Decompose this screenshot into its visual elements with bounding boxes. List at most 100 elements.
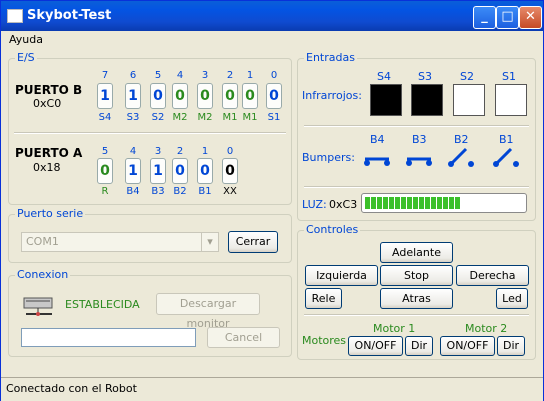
luz-value: 0xC3 xyxy=(329,198,358,211)
es-legend: E/S xyxy=(15,51,37,64)
switch-open-icon xyxy=(448,147,474,167)
progress-field xyxy=(21,328,196,347)
status-text: Conectado con el Robot xyxy=(6,382,137,395)
bit-number: 3 xyxy=(201,70,209,81)
bit-value: 0 xyxy=(97,158,113,184)
luz-segment xyxy=(383,197,388,209)
switch-closed-icon xyxy=(406,157,432,166)
derecha-button[interactable]: Derecha xyxy=(456,265,529,286)
port-select[interactable]: COM1 ▾ xyxy=(21,232,219,252)
adelante-button[interactable]: Adelante xyxy=(380,242,453,263)
bit-name: B1 xyxy=(198,186,212,197)
motor-1-label: Motor 1 xyxy=(373,322,416,335)
entradas-divider-1 xyxy=(304,125,529,127)
bit-name: S3 xyxy=(126,112,140,123)
luz-segment xyxy=(449,197,454,209)
controles-legend: Controles xyxy=(304,223,361,236)
bit-number: 6 xyxy=(129,70,137,81)
descargar-monitor-button[interactable]: Descargar monitor xyxy=(156,293,260,330)
bit-value: 1 xyxy=(125,158,141,184)
izquierda-button[interactable]: Izquierda xyxy=(305,265,378,286)
bit-number: 5 xyxy=(154,70,162,81)
controles-divider xyxy=(304,314,529,316)
window-title: Skybot-Test xyxy=(27,8,112,23)
led-button[interactable]: Led xyxy=(496,288,528,309)
bit-name: XX xyxy=(223,186,237,197)
close-button[interactable]: ✕ xyxy=(519,6,542,29)
ir-sensor-indicator xyxy=(453,84,485,116)
stop-button[interactable]: Stop xyxy=(380,265,453,286)
bit-number: 1 xyxy=(201,146,209,157)
bit-name: S1 xyxy=(267,112,281,123)
luz-segment xyxy=(425,197,430,209)
bit-value: 0 xyxy=(266,83,282,109)
controles-group: Controles Adelante Izquierda Stop Derech… xyxy=(297,223,536,360)
bit-number: 0 xyxy=(226,146,234,157)
puerto-b-label: PUERTO B xyxy=(15,83,83,97)
bit-name: B4 xyxy=(126,186,140,197)
menu-bar: Ayuda xyxy=(1,31,543,49)
bit-value: 0 xyxy=(222,83,238,109)
bit-name: S4 xyxy=(98,112,112,123)
bit-value: 0 xyxy=(197,83,213,109)
luz-segment xyxy=(419,197,424,209)
app-window: Skybot-Test _ □ ✕ Ayuda E/S PUERTO B 0xC… xyxy=(0,0,544,401)
luz-segment xyxy=(437,197,442,209)
entradas-legend: Entradas xyxy=(304,51,357,64)
conexion-legend: Conexion xyxy=(15,268,71,281)
bit-value: 1 xyxy=(125,83,141,109)
maximize-icon: □ xyxy=(501,9,514,24)
bit-value: 1 xyxy=(150,158,166,184)
bit-number: 4 xyxy=(129,146,137,157)
menu-ayuda[interactable]: Ayuda xyxy=(9,33,43,46)
bumper-name: B1 xyxy=(499,133,514,146)
port-select-value: COM1 xyxy=(26,235,59,248)
bumper-name: B3 xyxy=(412,133,427,146)
cancel-button[interactable]: Cancel xyxy=(207,327,280,348)
luz-segment xyxy=(407,197,412,209)
motor-1-dir-button[interactable]: Dir xyxy=(405,336,433,356)
bumper-name: B2 xyxy=(454,133,469,146)
bumpers-label: Bumpers: xyxy=(302,151,355,164)
bit-number: 5 xyxy=(101,146,109,157)
bit-number: 0 xyxy=(270,70,278,81)
luz-segment xyxy=(377,197,382,209)
atras-button[interactable]: Atras xyxy=(380,288,453,309)
bit-value: 1 xyxy=(97,83,113,109)
luz-segment xyxy=(401,197,406,209)
close-icon: ✕ xyxy=(525,9,536,24)
maximize-button[interactable]: □ xyxy=(496,6,519,29)
motor-2-label: Motor 2 xyxy=(465,322,508,335)
luz-segment xyxy=(443,197,448,209)
bit-name: R xyxy=(101,186,109,197)
luz-segment xyxy=(395,197,400,209)
ir-sensor-indicator xyxy=(495,84,527,116)
bit-name: B3 xyxy=(151,186,165,197)
bit-value: 0 xyxy=(242,83,258,109)
bit-value: 0 xyxy=(197,158,213,184)
serie-group: Puerto serie COM1 ▾ Cerrar xyxy=(8,207,292,263)
bit-value: 0 xyxy=(150,83,166,109)
motores-label: Motores xyxy=(302,334,347,347)
serie-legend: Puerto serie xyxy=(15,207,86,220)
rele-button[interactable]: Rele xyxy=(305,288,342,309)
title-bar[interactable]: Skybot-Test _ □ ✕ xyxy=(1,1,543,31)
luz-segment xyxy=(371,197,376,209)
motor-2-onoff-button[interactable]: ON/OFF xyxy=(440,336,495,356)
ir-name: S2 xyxy=(460,70,474,83)
motor-1-onoff-button[interactable]: ON/OFF xyxy=(348,336,403,356)
bit-name: M2 xyxy=(197,112,213,123)
chevron-down-icon: ▾ xyxy=(201,233,218,251)
switch-closed-icon xyxy=(364,157,390,166)
puerto-a-value: 0x18 xyxy=(33,161,61,174)
bit-name: M2 xyxy=(172,112,188,123)
bit-number: 2 xyxy=(176,146,184,157)
motor-2-dir-button[interactable]: Dir xyxy=(497,336,525,356)
bit-name: M1 xyxy=(242,112,258,123)
ir-sensor-indicator xyxy=(411,84,443,116)
connection-status: ESTABLECIDA xyxy=(65,298,140,311)
cerrar-button[interactable]: Cerrar xyxy=(228,231,278,253)
ir-sensor-indicator xyxy=(370,84,402,116)
minimize-button[interactable]: _ xyxy=(473,6,496,29)
network-device-icon xyxy=(23,297,53,316)
